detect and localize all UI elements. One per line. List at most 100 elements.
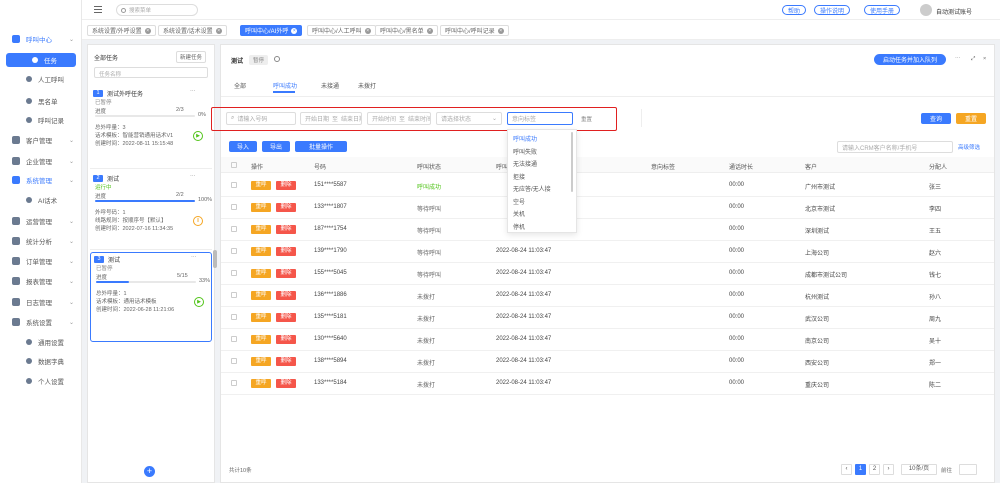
delete-button[interactable]: 删除 bbox=[276, 203, 296, 212]
search-box[interactable]: 搜索菜单 bbox=[116, 4, 198, 16]
close-icon[interactable]: × bbox=[215, 27, 222, 34]
redial-button[interactable]: 重呼 bbox=[251, 181, 271, 190]
more-icon[interactable]: ⋯ bbox=[190, 174, 196, 180]
table-row[interactable]: 重呼 删除 133****1807 等待呼叫 00:00 北京市测试 李四 bbox=[221, 197, 994, 219]
table-row[interactable]: 重呼 删除 139****1790 等待呼叫 2022-08-24 11:03:47 00… bbox=[221, 241, 994, 263]
task-card[interactable]: 1 测试外呼任务 已暂停 ⋯ 进度 2/3 0% 总外呼量：3 话术模板：智能营销通用话术V1 创… bbox=[90, 87, 212, 169]
phone-filter-input[interactable]: ⌕ 请输入号码 bbox=[226, 112, 296, 125]
sidebar-item[interactable]: 订单管理 ⌄ bbox=[0, 254, 82, 268]
task-search-input[interactable]: 任务名称 bbox=[94, 67, 208, 78]
row-checkbox[interactable] bbox=[231, 182, 237, 188]
more-icon[interactable]: ⋯ bbox=[190, 89, 196, 95]
delete-button[interactable]: 删除 bbox=[276, 335, 296, 344]
page-1-button[interactable]: 1 bbox=[855, 464, 866, 475]
select-all-checkbox[interactable] bbox=[231, 162, 237, 168]
subtab-not-dialed[interactable]: 未拨打 bbox=[358, 81, 376, 90]
more-icon[interactable]: ⋯ bbox=[955, 56, 961, 62]
avatar[interactable] bbox=[920, 4, 932, 16]
task-filter-select[interactable]: 全部任务 bbox=[94, 53, 118, 62]
panel-collapse-handle[interactable] bbox=[213, 250, 217, 268]
dropdown-option[interactable]: 呼叫成功 bbox=[513, 134, 537, 143]
create-task-button[interactable]: 新建任务 bbox=[176, 51, 207, 63]
redial-button[interactable]: 重呼 bbox=[251, 269, 271, 278]
table-row[interactable]: 重呼 删除 130****5640 未拨打 2022-08-24 11:03:47 00:… bbox=[221, 329, 994, 351]
manual-button[interactable]: 使用手册 bbox=[864, 5, 901, 15]
row-checkbox[interactable] bbox=[231, 204, 237, 210]
prev-page-button[interactable]: ‹ bbox=[841, 464, 852, 475]
sidebar-item[interactable]: 呼叫中心 ⌄ bbox=[0, 32, 82, 46]
redial-button[interactable]: 重呼 bbox=[251, 335, 271, 344]
redial-button[interactable]: 重呼 bbox=[251, 379, 271, 388]
table-row[interactable]: 重呼 删除 135****5181 未拨打 2022-08-24 11:03:47 00:… bbox=[221, 307, 994, 329]
play-icon[interactable]: ▶ bbox=[193, 131, 203, 141]
close-icon[interactable]: × bbox=[144, 27, 151, 34]
sidebar-item[interactable]: 任务 bbox=[6, 53, 76, 67]
row-checkbox[interactable] bbox=[231, 314, 237, 320]
dropdown-option[interactable]: 空号 bbox=[513, 197, 525, 206]
subtab-success[interactable]: 呼叫成功 bbox=[273, 81, 297, 90]
status-select[interactable]: 请选择状态 ⌄ bbox=[436, 112, 502, 125]
reset-button[interactable]: 重置 bbox=[956, 113, 986, 124]
dropdown-option[interactable]: 呼叫失败 bbox=[513, 147, 537, 156]
close-icon[interactable]: × bbox=[426, 27, 433, 34]
tab-5[interactable]: 呼叫中心/呼叫记录 × bbox=[440, 25, 509, 36]
dropdown-scrollbar[interactable] bbox=[571, 132, 573, 192]
delete-button[interactable]: 删除 bbox=[276, 181, 296, 190]
delete-button[interactable]: 删除 bbox=[276, 313, 296, 322]
row-checkbox[interactable] bbox=[231, 248, 237, 254]
sidebar-item[interactable]: 企业管理 ⌄ bbox=[0, 154, 82, 168]
delete-button[interactable]: 删除 bbox=[276, 225, 296, 234]
close-icon[interactable]: × bbox=[983, 56, 986, 62]
redial-button[interactable]: 重呼 bbox=[251, 225, 271, 234]
delete-button[interactable]: 删除 bbox=[276, 291, 296, 300]
export-button[interactable]: 导出 bbox=[262, 141, 290, 152]
row-checkbox[interactable] bbox=[231, 336, 237, 342]
sidebar-item[interactable]: 运营管理 ⌄ bbox=[0, 214, 82, 228]
dropdown-option[interactable]: 无法接通 bbox=[513, 159, 537, 168]
goto-input[interactable] bbox=[959, 464, 977, 475]
tab-3[interactable]: 呼叫中心/人工呼叫 × bbox=[307, 25, 376, 36]
table-row[interactable]: 重呼 删除 151****5587 呼叫成功 00:00 广州市测试 张三 bbox=[221, 175, 994, 197]
table-row[interactable]: 重呼 删除 155****5045 等待呼叫 2022-08-24 11:03:47 00… bbox=[221, 263, 994, 285]
close-icon[interactable]: × bbox=[291, 27, 298, 34]
redial-button[interactable]: 重呼 bbox=[251, 247, 271, 256]
dropdown-option[interactable]: 停机 bbox=[513, 222, 525, 231]
task-card[interactable]: 3 测试 已暂停 ⋯ 进度 5/15 33% 总外呼量：1 话术模板：通用话术模板 创建时间：20… bbox=[90, 252, 212, 342]
row-checkbox[interactable] bbox=[231, 226, 237, 232]
tab-2[interactable]: 呼叫中心/AI外呼 × bbox=[240, 25, 303, 36]
table-row[interactable]: 重呼 删除 187****1754 等待呼叫 00:00 深圳测试 王五 bbox=[221, 219, 994, 241]
row-checkbox[interactable] bbox=[231, 270, 237, 276]
crm-search-input[interactable]: 请输入CRM客户名称/手机号 bbox=[837, 141, 953, 153]
row-checkbox[interactable] bbox=[231, 380, 237, 386]
delete-button[interactable]: 删除 bbox=[276, 357, 296, 366]
expand-icon[interactable]: ⤢ bbox=[971, 56, 975, 63]
redial-button[interactable]: 重呼 bbox=[251, 357, 271, 366]
page-2-button[interactable]: 2 bbox=[869, 464, 880, 475]
sidebar-item[interactable]: 日志管理 ⌄ bbox=[0, 295, 82, 309]
subtab-unanswered[interactable]: 未接通 bbox=[321, 81, 339, 90]
sidebar-item[interactable]: AI话术 bbox=[0, 193, 82, 207]
sidebar-item[interactable]: 个人设置 bbox=[0, 374, 82, 388]
batch-button[interactable]: 批量操作 bbox=[295, 141, 347, 152]
page-size-select[interactable]: 10条/页 bbox=[901, 464, 937, 475]
close-icon[interactable]: × bbox=[364, 27, 371, 34]
help-button[interactable]: 帮助 bbox=[782, 5, 807, 15]
time-range-input[interactable]: 开始时间至结束时间 bbox=[367, 112, 431, 125]
query-button[interactable]: 查询 bbox=[921, 113, 951, 124]
more-icon[interactable]: ⋯ bbox=[191, 255, 197, 261]
menu-toggle-icon[interactable] bbox=[94, 6, 102, 13]
row-checkbox[interactable] bbox=[231, 358, 237, 364]
row-checkbox[interactable] bbox=[231, 292, 237, 298]
add-task-icon[interactable]: + bbox=[144, 466, 155, 477]
date-range-input[interactable]: 开始日期至结束日期 bbox=[300, 112, 362, 125]
guide-button[interactable]: 操作说明 bbox=[814, 5, 851, 15]
sidebar-item[interactable]: 黑名单 bbox=[0, 94, 82, 108]
import-button[interactable]: 导入 bbox=[229, 141, 257, 152]
tab-4[interactable]: 呼叫中心/黑名单 × bbox=[375, 25, 438, 36]
dropdown-option[interactable]: 无应答/无人接 bbox=[513, 184, 551, 193]
intent-select[interactable]: 意向标签 bbox=[507, 112, 573, 125]
tab-1[interactable]: 系统设置/话术设置 × bbox=[158, 25, 227, 36]
sidebar-item[interactable]: 报表管理 ⌄ bbox=[0, 274, 82, 288]
sidebar-item[interactable]: 客户管理 ⌄ bbox=[0, 133, 82, 147]
advanced-filter-link[interactable]: 高级筛选 bbox=[958, 143, 980, 151]
